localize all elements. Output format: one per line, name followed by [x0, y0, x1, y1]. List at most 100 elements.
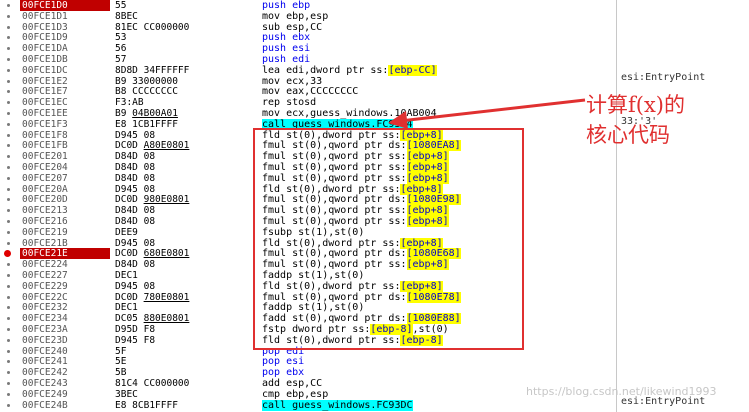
breakpoint-gutter[interactable] [0, 32, 18, 43]
gutter-dot-icon [7, 166, 10, 169]
row-address: 00FCE207 [22, 172, 68, 184]
gutter-dot-icon [7, 306, 10, 310]
row-address: 00FCE216 [22, 216, 68, 227]
row-bytes: D945 08 [115, 129, 156, 141]
row-bytes: 3BEC [115, 388, 138, 400]
row-address: 00FCE204 [22, 162, 68, 173]
row-address: 00FCE229 [22, 280, 68, 292]
instruction-row[interactable]: 00FCE1D1 8BEC mov ebp,esp [0, 11, 616, 22]
breakpoint-gutter[interactable] [0, 335, 18, 346]
breakpoint-gutter[interactable] [0, 356, 18, 367]
breakpoint-gutter[interactable] [0, 346, 18, 357]
row-instruction: sub esp,CC [262, 21, 323, 33]
breakpoint-gutter[interactable] [0, 216, 18, 227]
breakpoint-gutter[interactable] [0, 302, 18, 313]
gutter-dot-icon [7, 122, 10, 126]
breakpoint-gutter[interactable] [0, 324, 18, 335]
row-bytes: B9 33000000 [115, 75, 178, 87]
row-instruction: pop ebx [262, 367, 305, 379]
breakpoint-gutter[interactable] [0, 205, 18, 216]
breakpoint-gutter[interactable] [0, 389, 18, 400]
breakpoint-gutter[interactable] [0, 0, 18, 11]
instruction-row[interactable]: 00FCE1DB 57 push edi [0, 54, 616, 65]
gutter-dot-icon [7, 112, 10, 115]
instruction-row[interactable]: 00FCE24B E8 8CB1FFFF call guess_windows.FC… [0, 399, 616, 411]
gutter-dot-icon [7, 328, 10, 331]
row-instruction: mov ecx,33 [262, 75, 323, 87]
breakpoint-gutter[interactable] [0, 130, 18, 141]
instruction-row[interactable]: 00FCE243 81C4 CC000000 add esp,CC [0, 378, 616, 389]
breakpoint-gutter[interactable] [0, 281, 18, 292]
row-bytes: B8 CCCCCCCC [115, 86, 178, 98]
row-bytes: DC0D A80E0801 [115, 140, 190, 152]
breakpoint-gutter[interactable] [0, 184, 18, 195]
instruction-row[interactable]: 00FCE1DC 8D8D 34FFFFFF lea edi,dword ptr s… [0, 64, 616, 76]
row-bytes: 8D8D 34FFFFFF [115, 64, 190, 76]
breakpoint-gutter[interactable] [0, 238, 18, 249]
breakpoint-gutter[interactable] [0, 43, 18, 54]
gutter-dot-icon [7, 338, 10, 342]
breakpoint-gutter[interactable] [0, 54, 18, 65]
gutter-dot-icon [7, 360, 10, 364]
row-address: 00FCE23D [22, 334, 68, 346]
row-bytes: E8 8CB1FFFF [115, 399, 178, 411]
gutter-dot-icon [7, 155, 10, 159]
breakpoint-gutter[interactable] [0, 108, 18, 119]
breakpoint-gutter[interactable] [0, 227, 18, 238]
instruction-row[interactable]: 00FCE241 5E pop esi [0, 356, 616, 367]
breakpoint-gutter[interactable] [0, 194, 18, 205]
annotation-text: 计算f(x)的 核心代码 [586, 90, 736, 150]
row-address: 00FCE1E7 [22, 86, 68, 98]
row-bytes: F3:AB [115, 97, 144, 109]
row-address: 00FCE22C [22, 291, 68, 303]
row-address: 00FCE242 [22, 367, 68, 379]
gutter-dot-icon [7, 101, 10, 105]
row-address: 00FCE234 [22, 313, 68, 325]
breakpoint-gutter[interactable] [0, 140, 18, 151]
row-bytes: D84D 08 [115, 205, 156, 217]
gutter-dot-icon [7, 4, 10, 7]
instruction-row[interactable]: 00FCE1E2 B9 33000000 mov ecx,33 [0, 76, 616, 87]
breakpoint-gutter[interactable] [0, 151, 18, 162]
breakpoint-gutter[interactable] [0, 22, 18, 33]
annotation-arrow [388, 98, 586, 129]
breakpoint-gutter[interactable] [0, 378, 18, 389]
gutter-dot-icon [7, 241, 10, 245]
gutter-dot-icon [7, 349, 10, 353]
row-bytes: 5B [115, 367, 127, 379]
breakpoint-gutter[interactable] [0, 313, 18, 324]
breakpoint-gutter[interactable] [0, 270, 18, 281]
gutter-dot-icon [7, 284, 10, 288]
row-address: 00FCE1F3 [22, 118, 68, 130]
breakpoint-gutter[interactable] [0, 173, 18, 184]
breakpoint-gutter[interactable] [0, 76, 18, 87]
row-address: 00FCE1FB [22, 140, 68, 152]
breakpoint-gutter[interactable] [0, 259, 18, 270]
row-bytes: D945 F8 [115, 334, 156, 346]
instruction-row[interactable]: 00FCE249 3BEC cmp ebp,esp [0, 389, 616, 400]
instruction-row[interactable]: 00FCE1D0 55 push ebp [0, 0, 616, 11]
gutter-dot-icon [7, 176, 10, 180]
instruction-row[interactable]: 00FCE1D9 53 push ebx [0, 32, 616, 43]
row-address: 00FCE243 [22, 378, 68, 389]
row-address: 00FCE1D3 [22, 21, 68, 33]
gutter-dot-icon [7, 187, 10, 191]
row-bytes: D945 08 [115, 237, 156, 249]
breakpoint-gutter[interactable] [0, 65, 18, 76]
row-address: 00FCE20D [22, 194, 68, 206]
breakpoint-gutter[interactable] [0, 119, 18, 130]
instruction-row[interactable]: 00FCE242 5B pop ebx [0, 367, 616, 378]
breakpoint-gutter[interactable] [0, 97, 18, 108]
breakpoint-gutter[interactable] [0, 400, 18, 411]
gutter-dot-icon [7, 209, 10, 213]
breakpoint-gutter[interactable] [0, 292, 18, 303]
breakpoint-gutter[interactable] [0, 86, 18, 97]
breakpoint-gutter[interactable] [0, 162, 18, 173]
instruction-row[interactable]: 00FCE1D3 81EC CC000000 sub esp,CC [0, 22, 616, 33]
row-bytes: D95D F8 [115, 324, 156, 335]
breakpoint-gutter[interactable] [0, 248, 18, 259]
breakpoint-gutter[interactable] [0, 11, 18, 22]
row-instruction: lea edi,dword ptr ss:[ebp-CC] [262, 64, 437, 76]
breakpoint-gutter[interactable] [0, 367, 18, 378]
instruction-row[interactable]: 00FCE1DA 56 push esi [0, 43, 616, 54]
